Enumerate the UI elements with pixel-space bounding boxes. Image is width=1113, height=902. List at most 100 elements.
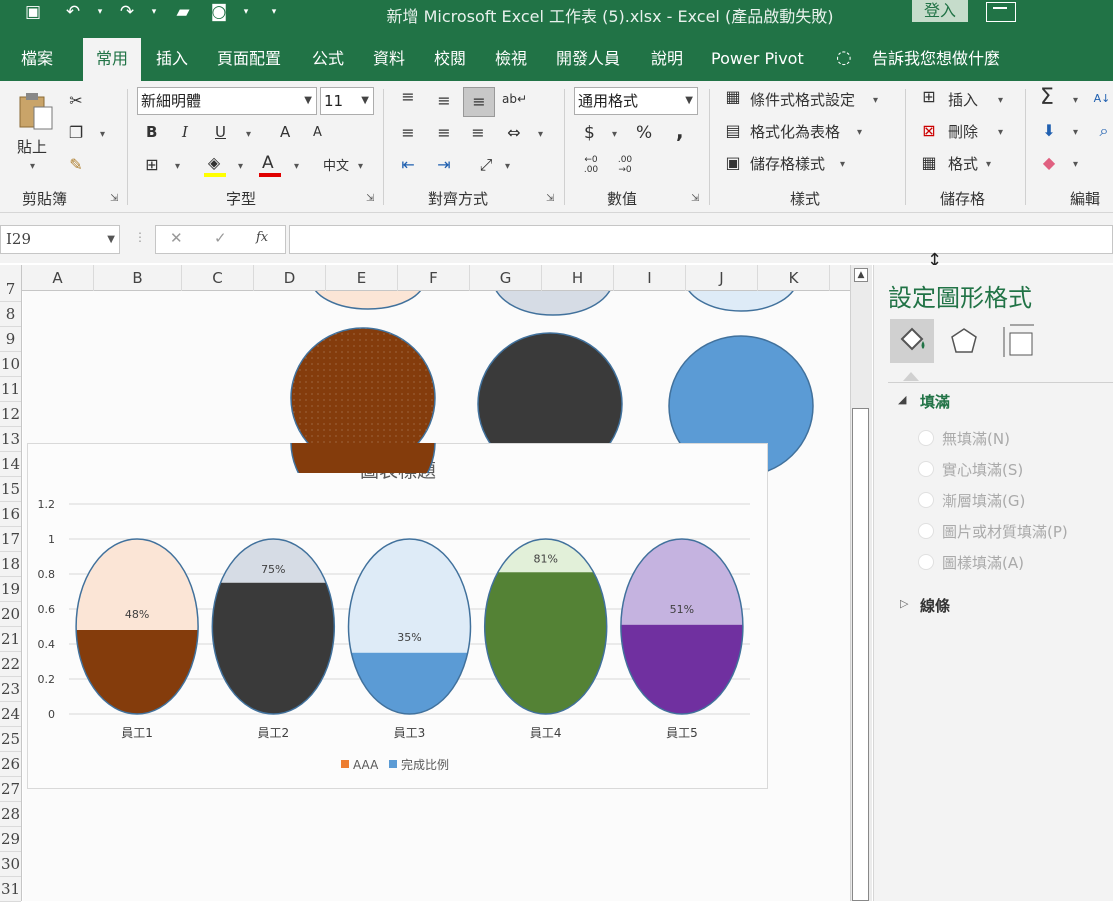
find-icon[interactable]: ⌕ [1094, 121, 1113, 141]
bar-completion[interactable] [620, 624, 743, 714]
bar-completion[interactable] [348, 652, 471, 714]
format-as-table-icon[interactable]: ▤ [722, 121, 744, 141]
align-center-icon[interactable]: ≡ [432, 123, 456, 143]
login-button[interactable]: 登入 [912, 0, 968, 22]
conditional-format-button[interactable]: 條件式格式設定 [750, 89, 855, 110]
currency-button[interactable]: $ [584, 123, 595, 143]
increase-decimal-icon[interactable]: ←0.00 [580, 155, 602, 175]
line-section-header[interactable]: 線條 [920, 595, 950, 616]
insert-cells-dropdown-icon[interactable]: ▾ [998, 95, 1003, 106]
cut-icon[interactable]: ✂ [66, 91, 86, 111]
grow-font-button[interactable]: A [280, 123, 290, 141]
fill-section-header[interactable]: 填滿 [920, 391, 950, 412]
camera-dropdown-icon[interactable]: ▾ [240, 0, 252, 26]
align-bottom-icon[interactable]: ≡ [463, 87, 495, 117]
font-launcher-icon[interactable]: ⇲ [366, 193, 374, 204]
merge-dropdown-icon[interactable]: ▾ [538, 129, 543, 140]
copy-icon[interactable]: ❐ [66, 123, 86, 143]
row-header[interactable]: 22 [0, 652, 21, 677]
format-as-table-button[interactable]: 格式化為表格 [750, 121, 840, 142]
tab-insert[interactable]: 插入 [156, 48, 188, 81]
italic-button[interactable]: I [182, 123, 188, 141]
tab-file[interactable]: 檔案 [21, 48, 53, 81]
row-header[interactable]: 8 [0, 302, 21, 327]
row-header[interactable]: 30 [0, 852, 21, 877]
shape-ellipse-top-2[interactable] [493, 291, 613, 316]
format-cells-icon[interactable]: ▦ [918, 153, 940, 173]
format-cells-dropdown-icon[interactable]: ▾ [986, 159, 991, 170]
orientation-dropdown-icon[interactable]: ▾ [505, 161, 510, 172]
row-header[interactable]: 19 [0, 577, 21, 602]
expand-icon[interactable]: ▷ [900, 597, 908, 610]
cell-styles-dropdown-icon[interactable]: ▾ [840, 159, 845, 170]
row-header[interactable]: 25 [0, 727, 21, 752]
shrink-font-button[interactable]: A [313, 125, 322, 140]
clear-dropdown-icon[interactable]: ▾ [1073, 159, 1078, 170]
insert-cells-button[interactable]: 插入 [948, 89, 978, 110]
delete-cells-dropdown-icon[interactable]: ▾ [998, 127, 1003, 138]
underline-dropdown-icon[interactable]: ▾ [246, 129, 251, 140]
column-header[interactable]: B [94, 265, 182, 291]
insert-cells-icon[interactable]: ⊞ [918, 87, 940, 107]
comma-button[interactable]: , [676, 119, 684, 143]
underline-button[interactable]: U [215, 123, 226, 141]
align-middle-icon[interactable]: ≡ [432, 91, 456, 111]
column-header[interactable]: G [470, 265, 542, 291]
wrap-text-icon[interactable]: ab↵ [502, 89, 527, 109]
column-header[interactable]: E [326, 265, 398, 291]
radio-gradient-fill[interactable]: 漸層填滿(G) [918, 490, 1025, 514]
bar-completion[interactable] [212, 582, 335, 714]
row-header[interactable]: 17 [0, 527, 21, 552]
row-header[interactable]: 14 [0, 452, 21, 477]
fill-dropdown-icon[interactable]: ▾ [1073, 127, 1078, 138]
row-header[interactable]: 12 [0, 402, 21, 427]
align-top-icon[interactable]: ≡ [396, 87, 420, 107]
tab-formulas[interactable]: 公式 [312, 48, 344, 81]
cancel-icon[interactable]: ✕ [170, 229, 183, 247]
column-header[interactable]: J [686, 265, 758, 291]
increase-indent-icon[interactable]: ⇥ [432, 155, 456, 175]
clear-icon[interactable]: ◆ [1038, 153, 1060, 173]
tab-data[interactable]: 資料 [373, 48, 405, 81]
radio-button[interactable] [918, 461, 934, 477]
bar-completion[interactable] [484, 572, 607, 714]
decrease-indent-icon[interactable]: ⇤ [396, 155, 420, 175]
paste-button[interactable]: 貼上 [17, 136, 47, 157]
row-header[interactable]: 9 [0, 327, 21, 352]
currency-dropdown-icon[interactable]: ▾ [612, 129, 617, 140]
row-header[interactable]: 28 [0, 802, 21, 827]
copy-dropdown-icon[interactable]: ▾ [100, 129, 105, 140]
delete-cells-button[interactable]: 刪除 [948, 121, 978, 142]
cell-styles-button[interactable]: 儲存格樣式 [750, 153, 825, 174]
border-icon[interactable]: ⊞ [142, 155, 162, 175]
font-color-icon[interactable]: A [262, 153, 274, 173]
tab-power-pivot[interactable]: Power Pivot [711, 48, 804, 81]
bar-aaa[interactable] [212, 539, 335, 583]
column-header[interactable]: H [542, 265, 614, 291]
tab-developer[interactable]: 開發人員 [556, 48, 620, 81]
fill-down-icon[interactable]: ⬇ [1038, 121, 1060, 141]
column-header[interactable]: C [182, 265, 254, 291]
orientation-icon[interactable]: ⤢ [474, 155, 498, 175]
bar-completion[interactable] [76, 630, 199, 714]
row-header[interactable]: 11 [0, 377, 21, 402]
row-header[interactable]: 13 [0, 427, 21, 452]
redo-dropdown-icon[interactable]: ▾ [148, 0, 160, 26]
row-header[interactable]: 27 [0, 777, 21, 802]
column-header[interactable]: I [614, 265, 686, 291]
format-cells-button[interactable]: 格式 [948, 153, 978, 174]
tab-home[interactable]: 常用 [83, 38, 141, 81]
merge-center-icon[interactable]: ⇔ [502, 123, 526, 143]
column-header[interactable]: A [22, 265, 94, 291]
save-icon[interactable]: ▣ [20, 0, 46, 26]
ribbon-display-options-icon[interactable] [986, 2, 1016, 22]
scroll-up-icon[interactable]: ▲ [854, 268, 868, 282]
effects-tab[interactable] [944, 319, 988, 363]
tab-view[interactable]: 檢視 [495, 48, 527, 81]
row-header[interactable]: 31 [0, 877, 21, 902]
row-header[interactable]: 10 [0, 352, 21, 377]
autosum-icon[interactable]: Σ [1040, 85, 1054, 110]
fill-line-tab[interactable] [890, 319, 934, 363]
camera-icon[interactable]: ◙ [206, 0, 232, 26]
undo-dropdown-icon[interactable]: ▾ [94, 0, 106, 26]
